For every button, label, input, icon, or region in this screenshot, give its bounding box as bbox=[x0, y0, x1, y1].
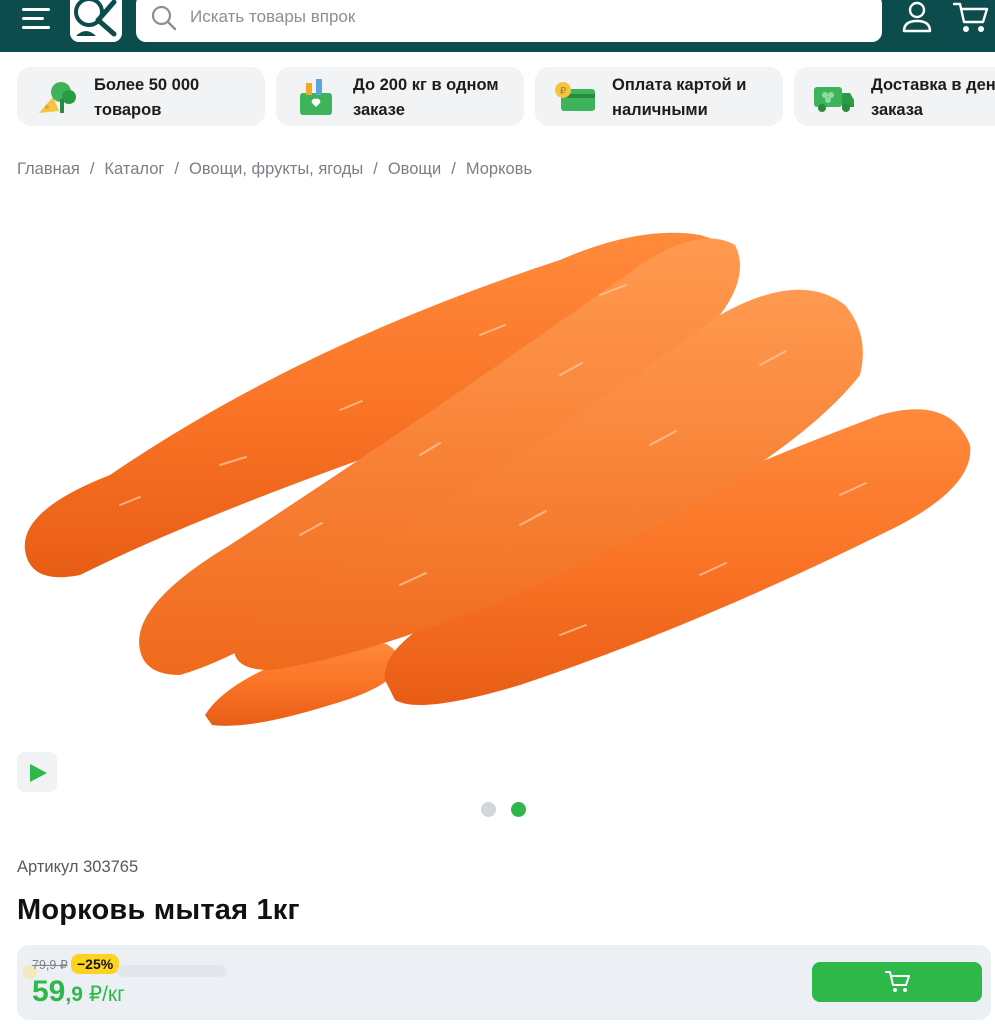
breadcrumb-separator: / bbox=[174, 160, 179, 178]
gallery-dot-1[interactable] bbox=[481, 802, 496, 817]
svg-text:₽: ₽ bbox=[560, 86, 567, 97]
feature-card-assortment[interactable]: Более 50 000 товаров bbox=[17, 67, 265, 126]
user-icon[interactable] bbox=[900, 0, 934, 34]
gallery-pagination bbox=[481, 802, 531, 818]
feature-card-delivery[interactable]: Доставка в день заказа bbox=[794, 67, 995, 126]
feature-card-weight[interactable]: До 200 кг в одном заказе bbox=[276, 67, 524, 126]
feature-text: Доставка в день заказа bbox=[871, 76, 995, 119]
delivery-truck-icon bbox=[814, 87, 854, 112]
breadcrumb-home[interactable]: Главная bbox=[17, 160, 80, 178]
menu-icon[interactable] bbox=[18, 6, 54, 30]
carrots-image[interactable] bbox=[0, 205, 995, 765]
old-price: 79,9 ₽ bbox=[32, 958, 68, 972]
price-integer: 59 bbox=[32, 975, 66, 1008]
feature-text: До 200 кг в одном заказе bbox=[353, 76, 499, 119]
cart-icon bbox=[885, 971, 910, 992]
breadcrumb-separator: / bbox=[89, 160, 95, 178]
current-price: 59,9 ₽/кг bbox=[32, 975, 125, 1009]
vegetables-icon bbox=[39, 82, 76, 113]
price-unit: ₽/кг bbox=[82, 983, 125, 1006]
price-panel: 79,9 ₽ −25% 59,9 ₽/кг bbox=[17, 945, 991, 1020]
feature-text: Более 50 000 товаров bbox=[94, 76, 200, 119]
grocery-bag-icon bbox=[300, 79, 332, 115]
gallery-dot-2[interactable] bbox=[511, 802, 526, 817]
product-article: Артикул 303765 bbox=[17, 858, 139, 876]
discount-badge: −25% bbox=[71, 954, 120, 974]
top-header bbox=[0, 0, 995, 52]
faded-note bbox=[117, 965, 227, 977]
breadcrumb-current[interactable]: Морковь bbox=[466, 160, 532, 178]
product-title: Морковь мытая 1кг bbox=[17, 894, 300, 926]
price-fraction: ,9 bbox=[65, 983, 83, 1006]
logo[interactable] bbox=[70, 0, 122, 42]
feature-cards: Более 50 000 товаров До 200 кг в одном з… bbox=[17, 67, 995, 127]
add-to-cart-button[interactable] bbox=[812, 962, 982, 1002]
search-input[interactable] bbox=[190, 2, 850, 32]
breadcrumb-category[interactable]: Овощи, фрукты, ягоды bbox=[189, 160, 363, 178]
search-icon[interactable] bbox=[150, 4, 178, 32]
breadcrumb: Главная / Каталог / Овощи, фрукты, ягоды / Ово… bbox=[17, 160, 532, 179]
play-icon bbox=[30, 764, 47, 782]
breadcrumb-separator: / bbox=[451, 160, 456, 178]
breadcrumb-catalog[interactable]: Каталог bbox=[104, 160, 164, 178]
feature-text: Оплата картой и наличными bbox=[612, 76, 747, 119]
video-play-button[interactable] bbox=[17, 752, 57, 792]
cart-icon[interactable] bbox=[952, 0, 990, 36]
breadcrumb-subcategory[interactable]: Овощи bbox=[388, 160, 441, 178]
feature-card-payment[interactable]: ₽ Оплата картой и наличными bbox=[535, 67, 783, 126]
breadcrumb-separator: / bbox=[373, 160, 378, 178]
search-bar[interactable] bbox=[136, 0, 882, 42]
payment-card-icon: ₽ bbox=[555, 82, 595, 111]
